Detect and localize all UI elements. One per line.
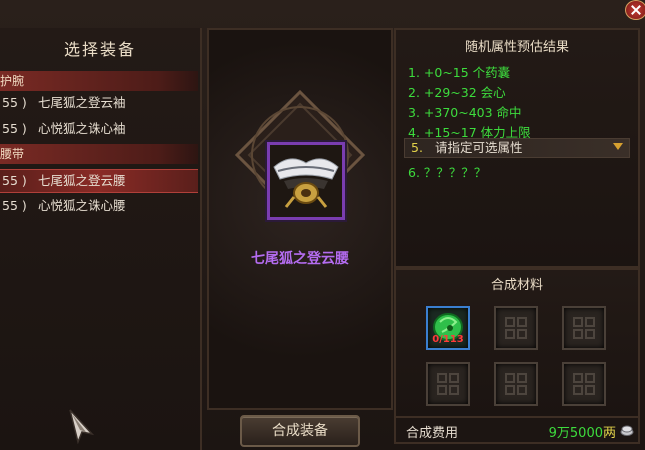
item-level: 55 ) (2, 95, 27, 110)
attribute-line-unknown: 6. ？？？？？ (408, 165, 487, 180)
material-slot-empty[interactable] (494, 362, 538, 406)
optional-attribute-dropdown[interactable]: 5. 请指定可选属性 (404, 138, 630, 158)
empty-slot-pattern-icon (505, 373, 527, 395)
category-header-belt[interactable]: 腰带 (0, 144, 198, 164)
item-name: 七尾狐之登云腰 (38, 173, 126, 188)
cost-bar: 合成费用 9万5000两 (394, 416, 640, 444)
belt-item-icon (270, 145, 342, 217)
dropdown-number: 5. (411, 140, 423, 155)
empty-slot-pattern-icon (573, 317, 595, 339)
materials-title: 合成材料 (490, 278, 543, 293)
attribute-line: 2. +29~32 会心 (408, 85, 506, 100)
item-name: 心悦狐之诛心腰 (38, 198, 126, 213)
material-slot-filled[interactable]: 0/113 (426, 306, 470, 350)
item-level: 55 ) (2, 198, 27, 213)
material-slot-empty[interactable] (562, 362, 606, 406)
chevron-down-icon (613, 143, 623, 150)
equipment-slot[interactable] (267, 142, 345, 220)
empty-slot-pattern-icon (505, 317, 527, 339)
close-button[interactable] (625, 0, 645, 20)
material-slot-empty[interactable] (562, 306, 606, 350)
list-item-selected[interactable]: 55 ) 七尾狐之登云腰 (0, 169, 198, 193)
cost-unit: 两 (602, 426, 616, 441)
material-slot-empty[interactable] (426, 362, 470, 406)
attribute-line: 1. +0~15 个药囊 (408, 65, 511, 80)
category-header-wrist[interactable]: 护腕 (0, 71, 198, 91)
cost-label: 合成费用 (406, 426, 459, 441)
item-level: 55 ) (2, 173, 27, 188)
equipment-select-panel: 选择装备 护腕 55 ) 七尾狐之登云袖 55 ) 心悦狐之诛心袖 腰带 55 … (0, 28, 202, 450)
random-attributes-panel: 随机属性预估结果 1. +0~15 个药囊 2. +29~32 会心 3. +3… (394, 28, 640, 268)
cost-value: 9万5000两 (549, 422, 616, 441)
cost-amount: 9万5000 (548, 426, 603, 441)
synthesis-window: 选择装备 护腕 55 ) 七尾狐之登云袖 55 ) 心悦狐之诛心袖 腰带 55 … (0, 0, 645, 450)
item-name: 心悦狐之诛心袖 (38, 121, 126, 136)
dropdown-value: 请指定可选属性 (435, 140, 523, 155)
attribute-line: 3. +370~403 命中 (408, 105, 522, 120)
material-slot-empty[interactable] (494, 306, 538, 350)
item-level: 55 ) (2, 121, 27, 136)
empty-slot-pattern-icon (437, 373, 459, 395)
list-item[interactable]: 55 ) 七尾狐之登云袖 (0, 92, 198, 114)
attributes-title: 随机属性预估结果 (464, 40, 569, 55)
selected-item-name: 七尾狐之登云腰 (251, 251, 349, 267)
list-item[interactable]: 55 ) 心悦狐之诛心腰 (0, 195, 198, 217)
material-count: 0/113 (432, 334, 464, 345)
empty-slot-pattern-icon (573, 373, 595, 395)
panel-title: 选择装备 (63, 40, 136, 59)
item-name: 七尾狐之登云袖 (38, 95, 126, 110)
materials-panel: 合成材料 0/113 (394, 268, 640, 418)
list-item[interactable]: 55 ) 心悦狐之诛心袖 (0, 118, 198, 140)
silver-coin-icon (620, 425, 634, 436)
synthesize-button[interactable]: 合成装备 (240, 415, 360, 447)
mouse-cursor-icon (69, 409, 95, 444)
item-preview-panel: 七尾狐之登云腰 (207, 28, 393, 410)
